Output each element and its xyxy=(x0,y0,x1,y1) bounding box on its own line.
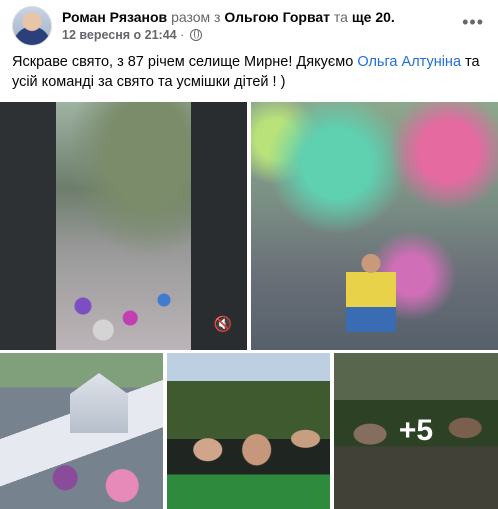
author-line: Роман Рязанов разом з Ольгою Горват та щ… xyxy=(62,8,395,26)
more-options-icon[interactable]: ••• xyxy=(462,12,484,33)
with-word: разом з xyxy=(171,9,221,25)
mention-link[interactable]: Ольга Алтуніна xyxy=(357,54,461,70)
tagged-person[interactable]: Ольгою Горват xyxy=(224,9,330,25)
others-count[interactable]: ще 20. xyxy=(352,9,395,25)
video-thumbnail[interactable]: 🔇 xyxy=(0,102,247,350)
author-avatar[interactable] xyxy=(12,6,52,46)
photo-selfie-group[interactable] xyxy=(167,353,330,509)
post-date[interactable]: 12 вересня о 21:44 xyxy=(62,28,177,42)
photo-more[interactable]: +5 xyxy=(334,353,498,509)
post-text: Яскраве свято, з 87 річем селище Мирне! … xyxy=(12,52,488,92)
more-photos-count[interactable]: +5 xyxy=(334,353,498,509)
photo-color-festival[interactable] xyxy=(251,102,498,350)
author-name[interactable]: Роман Рязанов xyxy=(62,9,167,25)
muted-speaker-icon[interactable]: 🔇 xyxy=(212,316,234,334)
photo-scene xyxy=(346,252,396,347)
photo-playground[interactable] xyxy=(0,353,163,509)
and-word: та xyxy=(333,9,348,25)
globe-icon[interactable] xyxy=(189,29,202,41)
video-scene xyxy=(56,282,191,342)
post-meta: 12 вересня о 21:44 · xyxy=(62,27,202,43)
period: . xyxy=(390,9,395,25)
post-text-start: Яскраве свято, з 87 річем селище Мирне! … xyxy=(12,54,358,70)
others-label: ще 20 xyxy=(351,9,391,25)
post-header: Роман Рязанов разом з Ольгою Горват та щ… xyxy=(12,6,488,46)
photo-scene xyxy=(70,373,128,433)
meta-separator: · xyxy=(180,28,185,42)
